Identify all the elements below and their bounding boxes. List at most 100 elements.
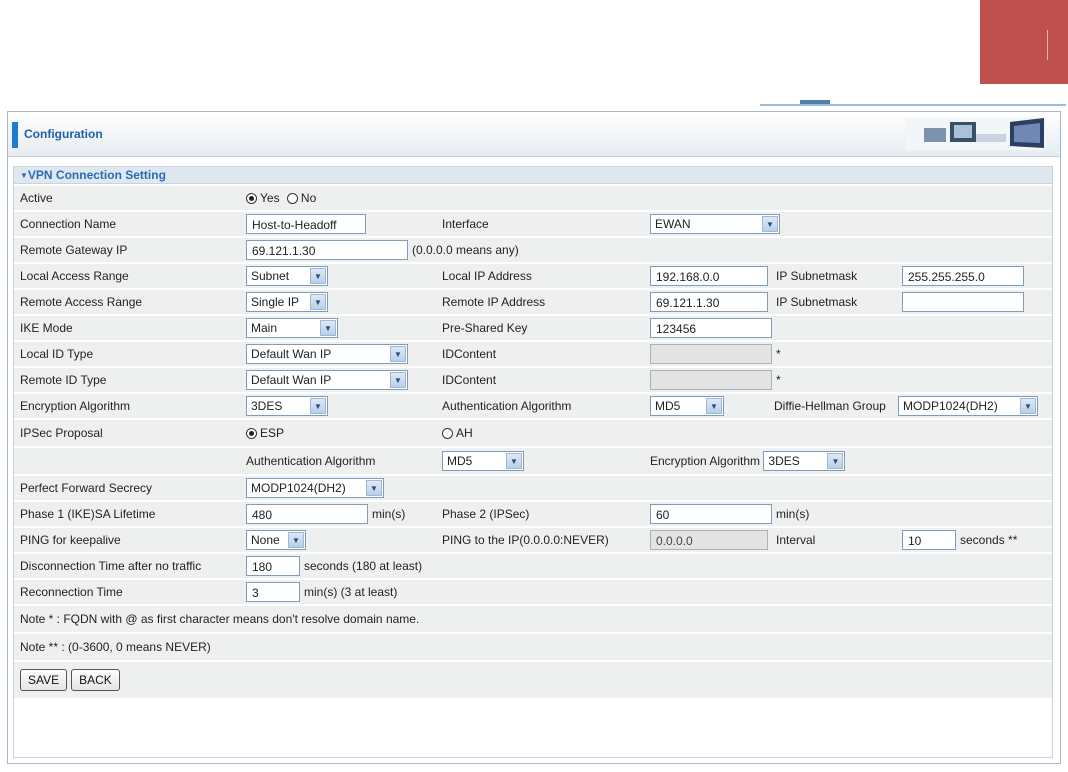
disconnect-input[interactable]: 180 [246, 556, 300, 576]
ipsec-enc-value: 3DES [768, 454, 800, 468]
row-ike-mode: IKE Mode Main ▼ Pre-Shared Key 123456 [14, 316, 1053, 340]
encryption-value: 3DES [251, 399, 283, 413]
local-ip-input[interactable]: 192.168.0.0 [650, 266, 768, 286]
chevron-down-icon: ▼ [390, 372, 406, 388]
ping-ip-label: PING to the IP(0.0.0.0:NEVER) [436, 528, 644, 552]
row-ping: PING for keepalive None ▼ PING to the IP(… [14, 528, 1053, 552]
encryption-select[interactable]: 3DES ▼ [246, 396, 328, 416]
pfs-label: Perfect Forward Secrecy [14, 476, 240, 500]
top-rule [760, 104, 1066, 106]
ah-radio[interactable] [442, 427, 453, 439]
psk-label: Pre-Shared Key [436, 316, 644, 340]
remote-access-value: Single IP [251, 295, 300, 309]
remote-gateway-input[interactable]: 69.121.1.30 [246, 240, 408, 260]
auth-algorithm-label: Authentication Algorithm [436, 394, 644, 418]
chevron-down-icon: ▼ [310, 294, 326, 310]
note1: Note * : FQDN with @ as first character … [14, 606, 1053, 632]
phase1-label: Phase 1 (IKE)SA Lifetime [14, 502, 240, 526]
reconnect-unit: min(s) (3 at least) [304, 585, 398, 599]
config-panel: Configuration ▼VPN Connection Setting Ac… [7, 111, 1061, 764]
local-idcontent-input[interactable] [650, 344, 772, 364]
psk-input[interactable]: 123456 [650, 318, 772, 338]
section-title-text: VPN Connection Setting [27, 168, 166, 182]
corner-decoration [980, 0, 1068, 84]
remote-gateway-hint: (0.0.0.0 means any) [412, 243, 519, 257]
connection-name-input[interactable]: Host-to-Headoff [246, 214, 366, 234]
chevron-down-icon: ▼ [827, 453, 844, 469]
chevron-down-icon: ▼ [320, 320, 336, 336]
local-ip-label: Local IP Address [436, 264, 644, 288]
ping-value: None [251, 533, 280, 547]
pfs-value: MODP1024(DH2) [251, 481, 346, 495]
auth-algorithm-value: MD5 [655, 399, 681, 413]
local-mask-label: IP Subnetmask [770, 264, 896, 288]
chevron-down-icon: ▼ [288, 532, 304, 548]
ipsec-auth-value: MD5 [447, 454, 473, 468]
ipsec-auth-label: Authentication Algorithm [240, 448, 436, 474]
active-no-label: No [300, 191, 317, 206]
header-accent-bar [12, 122, 18, 148]
encryption-label: Encryption Algorithm [14, 394, 240, 418]
phase2-label: Phase 2 (IPSec) [436, 502, 644, 526]
esp-label: ESP [260, 426, 285, 441]
ike-mode-select[interactable]: Main ▼ [246, 318, 338, 338]
remote-idcontent-label: IDContent [436, 368, 644, 392]
local-id-label: Local ID Type [14, 342, 240, 366]
disconnect-unit: seconds (180 at least) [304, 559, 423, 573]
local-access-select[interactable]: Subnet ▼ [246, 266, 328, 286]
phase2-input[interactable]: 60 [650, 504, 772, 524]
config-header: Configuration [8, 112, 1060, 157]
reconnect-label: Reconnection Time [14, 580, 240, 604]
remote-ip-input[interactable]: 69.121.1.30 [650, 292, 768, 312]
back-button[interactable]: BACK [71, 669, 120, 691]
phase1-input[interactable]: 480 [246, 504, 368, 524]
ah-label: AH [456, 426, 473, 441]
reconnect-input[interactable]: 3 [246, 582, 300, 602]
phase2-unit: min(s) [776, 507, 810, 521]
remote-id-value: Default Wan IP [251, 373, 332, 387]
local-id-value: Default Wan IP [251, 347, 332, 361]
remote-access-select[interactable]: Single IP ▼ [246, 292, 328, 312]
ping-ip-input[interactable]: 0.0.0.0 [650, 530, 768, 550]
remote-id-select[interactable]: Default Wan IP ▼ [246, 370, 408, 390]
row-pfs: Perfect Forward Secrecy MODP1024(DH2) ▼ [14, 476, 1053, 500]
row-note1: Note * : FQDN with @ as first character … [14, 606, 1053, 632]
interface-value: EWAN [655, 217, 691, 231]
active-no-radio[interactable] [286, 192, 298, 204]
chevron-down-icon: ▼ [1020, 398, 1036, 414]
esp-radio[interactable] [246, 427, 257, 439]
auth-algorithm-select[interactable]: MD5 ▼ [650, 396, 724, 416]
local-id-select[interactable]: Default Wan IP ▼ [246, 344, 408, 364]
pfs-select[interactable]: MODP1024(DH2) ▼ [246, 478, 384, 498]
row-note2: Note ** : (0-3600, 0 means NEVER) [14, 634, 1053, 660]
remote-ip-label: Remote IP Address [436, 290, 644, 314]
chevron-down-icon: ▼ [310, 398, 326, 414]
ping-label: PING for keepalive [14, 528, 240, 552]
active-yes-radio[interactable] [246, 192, 257, 204]
interval-label: Interval [770, 528, 896, 552]
row-lifetime: Phase 1 (IKE)SA Lifetime 480 min(s) Phase… [14, 502, 1053, 526]
row-encryption: Encryption Algorithm 3DES ▼ Authenticatio… [14, 394, 1053, 418]
row-remote-access: Remote Access Range Single IP ▼ Remote IP… [14, 290, 1053, 314]
remote-mask-input[interactable] [902, 292, 1024, 312]
chevron-down-icon: ▼ [310, 268, 326, 284]
remote-idcontent-input[interactable] [650, 370, 772, 390]
interval-input[interactable]: 10 [902, 530, 956, 550]
connection-name-label: Connection Name [14, 212, 240, 236]
corner-line [1047, 30, 1048, 60]
interface-select[interactable]: EWAN ▼ [650, 214, 780, 234]
row-disconnect: Disconnection Time after no traffic 180 s… [14, 554, 1053, 578]
dh-group-label: Diffie-Hellman Group [770, 394, 896, 418]
row-remote-id: Remote ID Type Default Wan IP ▼ IDContent… [14, 368, 1053, 392]
dh-group-select[interactable]: MODP1024(DH2) ▼ [898, 396, 1038, 416]
row-connection-name: Connection Name Host-to-Headoff Interfac… [14, 212, 1053, 236]
local-access-value: Subnet [251, 269, 290, 283]
ipsec-enc-select[interactable]: 3DES ▼ [763, 451, 846, 471]
page-title: Configuration [24, 127, 103, 141]
ping-select[interactable]: None ▼ [246, 530, 306, 550]
ipsec-auth-select[interactable]: MD5 ▼ [442, 451, 524, 471]
section-title: ▼VPN Connection Setting [14, 167, 1052, 184]
row-local-id: Local ID Type Default Wan IP ▼ IDContent … [14, 342, 1053, 366]
save-button[interactable]: SAVE [20, 669, 68, 691]
local-mask-input[interactable]: 255.255.255.0 [902, 266, 1024, 286]
